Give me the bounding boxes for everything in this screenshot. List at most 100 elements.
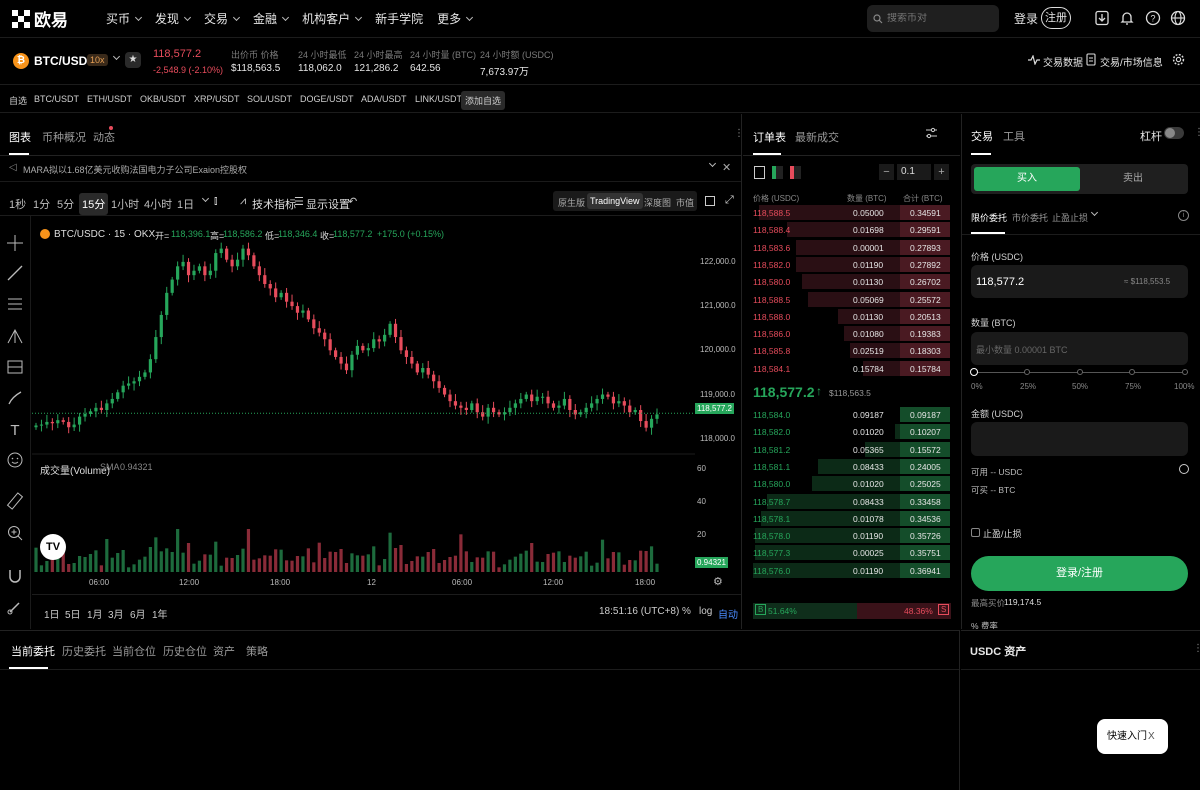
bid-row[interactable]: 118,584.0 0.09187 0.09187	[743, 406, 950, 423]
nav-trade[interactable]: 交易	[204, 10, 241, 27]
nav-more[interactable]: 更多	[437, 10, 474, 27]
tab-trade[interactable]: 交易	[971, 128, 993, 144]
book-asks-icon[interactable]	[790, 166, 801, 179]
tradingview-logo[interactable]: TV	[40, 534, 66, 560]
slider-handle[interactable]	[970, 368, 978, 376]
buy-tab-button[interactable]: 买入	[974, 167, 1080, 191]
login-button[interactable]: 登录	[1014, 10, 1038, 27]
ask-row[interactable]: 118,584.1 0.15784 0.15784	[743, 360, 950, 377]
sell-tab-button[interactable]: 卖出	[1080, 167, 1186, 191]
slider-stop[interactable]	[1129, 369, 1135, 375]
fav-pair[interactable]: SOL/USDT	[247, 94, 292, 104]
slider-stop[interactable]	[1182, 369, 1188, 375]
star-icon[interactable]: ★	[125, 52, 141, 68]
tab-orderbook[interactable]: 订单表	[753, 129, 786, 145]
ask-row[interactable]: 118,580.0 0.01130 0.26702	[743, 273, 950, 290]
slider-stop[interactable]	[1077, 369, 1083, 375]
nav-discover[interactable]: 发现	[155, 10, 192, 27]
bid-row[interactable]: 118,580.0 0.01020 0.25025	[743, 475, 950, 492]
book-both-icon[interactable]	[754, 166, 765, 179]
tab-strategy[interactable]: 策略	[246, 643, 268, 659]
leverage-toggle[interactable]	[1164, 127, 1184, 139]
transfer-icon[interactable]	[1179, 464, 1189, 474]
market-info-link[interactable]: 交易/市场信息	[1100, 54, 1163, 69]
auto-toggle[interactable]: 自动	[718, 606, 738, 621]
price-chart[interactable]	[0, 114, 741, 629]
info-icon[interactable]: i	[1178, 210, 1189, 221]
step-value[interactable]: 0.1	[897, 164, 931, 180]
tab-tools[interactable]: 工具	[1003, 128, 1025, 144]
ask-row[interactable]: 118,582.0 0.01190 0.27892	[743, 256, 950, 273]
tab-assets[interactable]: 资产	[213, 643, 235, 659]
fav-pair[interactable]: OKB/USDT	[140, 94, 186, 104]
ask-row[interactable]: 118,588.5 0.05000 0.34591	[743, 204, 950, 221]
bell-icon[interactable]	[1119, 10, 1135, 26]
bid-row[interactable]: 118,577.3 0.00025 0.35751	[743, 544, 950, 561]
book-bids-icon[interactable]	[772, 166, 783, 179]
nav-finance[interactable]: 金融	[253, 10, 290, 27]
nav-buy-crypto[interactable]: 买币	[106, 10, 143, 27]
range-5d[interactable]: 5日	[65, 606, 81, 621]
range-3m[interactable]: 3月	[108, 606, 124, 621]
order-type-market[interactable]: 市价委托	[1012, 211, 1048, 224]
login-signup-button[interactable]: 登录/注册	[971, 556, 1188, 591]
download-icon[interactable]	[1094, 10, 1110, 26]
bid-row[interactable]: 118,578.7 0.08433 0.33458	[743, 493, 950, 510]
trade-data-link[interactable]: 交易数据	[1043, 54, 1083, 69]
slider-stop[interactable]	[1024, 369, 1030, 375]
close-icon[interactable]: X	[1148, 719, 1155, 754]
tab-position-history[interactable]: 历史仓位	[163, 643, 207, 659]
chevron-down-icon[interactable]	[112, 52, 121, 61]
ask-row[interactable]: 118,588.5 0.05069 0.25572	[743, 291, 950, 308]
log-toggle[interactable]: log	[699, 606, 712, 617]
range-1y[interactable]: 1年	[152, 606, 168, 621]
tab-open-orders[interactable]: 当前委托	[11, 643, 55, 659]
ask-row[interactable]: 118,583.6 0.00001 0.27893	[743, 239, 950, 256]
fav-pair[interactable]: LINK/USDT	[415, 94, 462, 104]
bid-row[interactable]: 118,578.0 0.01190 0.35726	[743, 527, 950, 544]
amount-field[interactable]	[971, 422, 1188, 456]
order-type-tpsl[interactable]: 止盈止损	[1052, 211, 1088, 224]
chevron-down-icon[interactable]	[1090, 208, 1099, 217]
bid-row[interactable]: 118,582.0 0.01020 0.10207	[743, 423, 950, 440]
ask-row[interactable]: 118,586.0 0.01080 0.19383	[743, 325, 950, 342]
add-favorite-button[interactable]: 添加自选	[461, 91, 506, 110]
order-type-limit[interactable]: 限价委托	[971, 211, 1007, 224]
range-1d[interactable]: 1日	[44, 606, 60, 621]
tpsl-checkbox[interactable]	[971, 528, 980, 537]
fee-label[interactable]: % 费率	[971, 620, 998, 629]
fav-pair[interactable]: ADA/USDT	[361, 94, 407, 104]
nav-institutional[interactable]: 机构客户	[302, 10, 363, 27]
tab-order-history[interactable]: 历史委托	[62, 643, 106, 659]
tab-positions[interactable]: 当前仓位	[112, 643, 156, 659]
help-icon[interactable]: ?	[1145, 10, 1161, 26]
filter-icon[interactable]	[925, 127, 938, 140]
ask-row[interactable]: 118,588.4 0.01698 0.29591	[743, 221, 950, 238]
bid-row[interactable]: 118,581.2 0.05365 0.15572	[743, 441, 950, 458]
more-icon[interactable]: ⋮	[1194, 127, 1200, 138]
gear-icon[interactable]	[1172, 53, 1185, 66]
nav-academy[interactable]: 新手学院	[375, 10, 423, 27]
percent-toggle[interactable]: %	[682, 606, 691, 617]
signup-button[interactable]: 注册	[1041, 7, 1071, 29]
price-input-value[interactable]: 118,577.2	[976, 276, 1024, 288]
ask-row[interactable]: 118,588.0 0.01130 0.20513	[743, 308, 950, 325]
search-input[interactable]	[887, 13, 987, 24]
quick-start-popup[interactable]: 快速入门 X	[1097, 719, 1168, 754]
clock-display[interactable]: 18:51:16 (UTC+8)	[599, 606, 679, 617]
step-plus-button[interactable]: +	[934, 164, 949, 180]
fav-pair[interactable]: XRP/USDT	[194, 94, 240, 104]
globe-icon[interactable]	[1170, 10, 1186, 26]
bid-row[interactable]: 118,581.1 0.08433 0.24005	[743, 458, 950, 475]
more-icon[interactable]: ⋮	[1193, 643, 1200, 654]
search-box[interactable]	[867, 5, 999, 32]
fav-pair[interactable]: DOGE/USDT	[300, 94, 354, 104]
step-minus-button[interactable]: −	[879, 164, 894, 180]
fav-pair[interactable]: ETH/USDT	[87, 94, 132, 104]
okx-logo[interactable]: 欧易	[12, 6, 82, 31]
fav-pair[interactable]: BTC/USDT	[34, 94, 79, 104]
axis-settings-icon[interactable]: ⚙	[713, 575, 723, 588]
range-1m[interactable]: 1月	[87, 606, 103, 621]
tab-trades[interactable]: 最新成交	[795, 129, 839, 145]
ask-row[interactable]: 118,585.8 0.02519 0.18303	[743, 342, 950, 359]
